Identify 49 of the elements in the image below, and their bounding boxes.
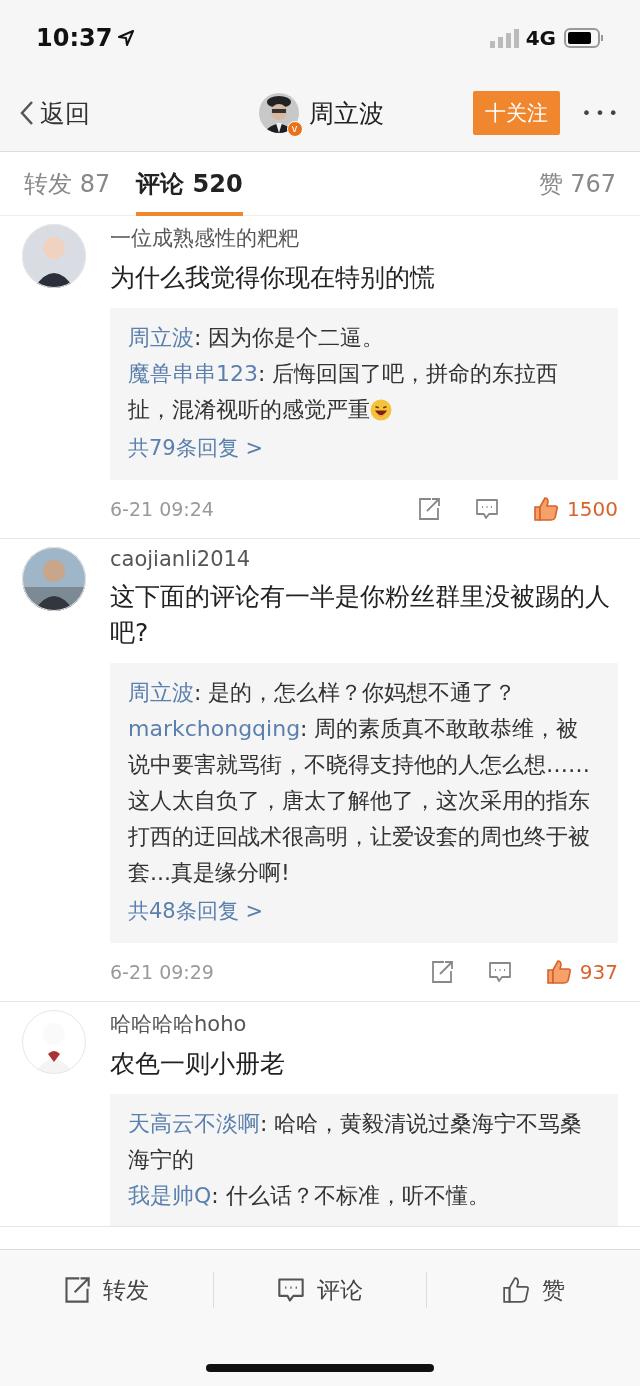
like-button[interactable]: 937 — [545, 959, 618, 985]
tab[interactable]: 赞 767 — [538, 151, 616, 216]
back-button[interactable]: 返回 — [20, 96, 90, 130]
reply-user-link[interactable]: 我是帅Q — [128, 1183, 212, 1208]
share-icon[interactable] — [63, 1276, 92, 1304]
tab[interactable]: 评论 520 — [136, 151, 243, 216]
share-icon[interactable] — [429, 960, 454, 984]
status-time: 10:37 — [36, 23, 113, 52]
comment-text: 为什么我觉得你现在特别的慌 — [110, 262, 435, 294]
like-button[interactable]: 1500 — [533, 496, 618, 522]
reply-text: 天高云不淡啊: 哈哈，黄毅清说过桑海宁不骂桑海宁的 — [128, 1110, 584, 1174]
author-name: 周立波 — [308, 97, 384, 130]
reply-text: 我是帅Q: 什么话？不标准，听不懂。 — [128, 1182, 491, 1210]
network-type: 4G — [525, 25, 556, 50]
battery-icon — [564, 27, 604, 48]
reply-text: 周立波: 是的，怎么样？你妈想不通了？ — [128, 679, 518, 707]
reply-user-link[interactable]: 魔兽串串123 — [128, 361, 258, 386]
comment-text: 农色一则小册老 — [110, 1048, 285, 1080]
like-button[interactable]: 赞 — [426, 1272, 640, 1308]
commenter-name[interactable]: 哈哈哈哈hoho — [110, 1010, 247, 1038]
reply-user-link[interactable]: 周立波 — [128, 680, 194, 705]
comment-time: 6-21 09:24 — [110, 498, 214, 520]
signal-icon — [489, 27, 520, 48]
thumbs-up-icon[interactable] — [502, 1276, 531, 1304]
back-chevron-icon[interactable] — [20, 100, 34, 126]
reply-text: 魔兽串串123: 后悔回国了吧，拼命的东拉西扯，混淆视听的感觉严重 — [128, 360, 560, 424]
reply-text: 周立波: 因为你是个二逼。 — [128, 324, 386, 352]
share-icon[interactable] — [417, 497, 442, 521]
comment-time: 6-21 09:29 — [110, 961, 214, 983]
reply-user-link[interactable]: 天高云不淡啊 — [128, 1111, 260, 1136]
comment-icon[interactable] — [487, 960, 512, 984]
reply-text: markchongqing: 周的素质真不敢敢恭维，被说中要害就骂街，不晓得支持他的人怎么想……这人太自负了，唐太了解他了，这次采用的指东打西的迂回战术很高明，让爱设套的周也终于被套...真是缘分啊! — [128, 715, 591, 887]
more-replies-link[interactable]: 共48条回复 > — [128, 891, 600, 931]
more-button[interactable]: ••• — [581, 103, 622, 123]
comment-icon[interactable] — [277, 1276, 305, 1304]
share-button[interactable]: 转发 — [0, 1272, 213, 1308]
thumbs-up-icon[interactable] — [545, 959, 572, 985]
commenter-name[interactable]: 一位成熟感性的粑粑 — [110, 224, 299, 252]
commenter-name[interactable]: caojianli2014 — [110, 547, 251, 571]
comment-text: 这下面的评论有一半是你粉丝群里没被踢的人吧? — [110, 581, 611, 649]
location-arrow-icon — [118, 29, 135, 46]
tab[interactable]: 转发 87 — [24, 151, 111, 216]
follow-button[interactable]: 十关注 — [472, 91, 560, 135]
reply-user-link[interactable]: markchongqing — [128, 716, 301, 741]
comment-button[interactable]: 评论 — [212, 1272, 427, 1308]
more-replies-link[interactable]: 共79条回复 > — [128, 428, 600, 468]
reply-user-link[interactable]: 周立波 — [128, 325, 194, 350]
thumbs-up-icon[interactable] — [533, 496, 560, 522]
comment-icon[interactable] — [475, 497, 500, 521]
